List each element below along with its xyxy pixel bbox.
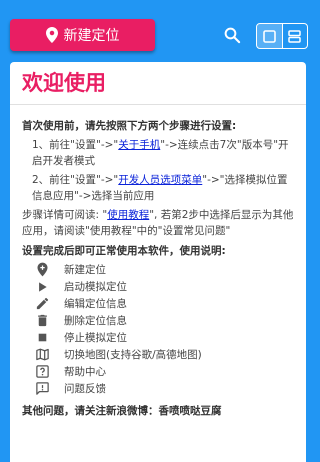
legend-item: 新建定位 — [22, 261, 294, 278]
legend-item: 编辑定位信息 — [22, 295, 294, 312]
dialog-title: 欢迎使用 — [10, 62, 306, 105]
tutorial-note: 步骤详情可阅读: "使用教程", 若第2步中选择后显示为其他应用，请阅读"使用教… — [22, 209, 294, 237]
setup-step-2: 2、前往"设置"->"开发人员选项菜单"->"选择模拟位置信息应用"->选择当前… — [32, 174, 288, 202]
legend-item: 停止模拟定位 — [22, 329, 294, 346]
developer-options-link[interactable]: 开发人员选项菜单 — [118, 174, 202, 186]
single-column-layout-button[interactable] — [257, 24, 282, 48]
setup-step-1: 1、前往"设置"->"关于手机"->连续点击7次"版本号"开启开发者模式 — [32, 139, 289, 167]
split-layout-button[interactable] — [281, 24, 308, 48]
new-location-button[interactable]: 新建定位 — [10, 19, 155, 51]
stop-icon — [38, 333, 46, 342]
add-location-icon — [37, 262, 47, 277]
legend-item: 启动模拟定位 — [22, 278, 294, 295]
icon-legend: 新建定位 启动模拟定位 编辑定位信息 删除定位信息 停止模拟定位 切换地图(支持… — [22, 261, 294, 397]
search-icon[interactable] — [223, 26, 241, 44]
edit-pencil-icon — [36, 297, 48, 310]
trash-icon — [37, 314, 47, 327]
legend-item: 帮助中心 — [22, 363, 294, 380]
list-layout-icon — [262, 29, 276, 43]
top-bar: 新建定位 — [0, 0, 316, 62]
play-icon — [39, 281, 47, 292]
new-location-label: 新建定位 — [63, 28, 120, 44]
location-pin-icon — [45, 27, 58, 43]
layout-toggle — [256, 23, 308, 49]
legend-item: 切换地图(支持谷歌/高德地图) — [22, 346, 294, 363]
setup-intro: 首次使用前，请先按照下方两个步骤进行设置: — [22, 120, 237, 132]
welcome-dialog: 欢迎使用 首次使用前，请先按照下方两个步骤进行设置: 1、前往"设置"->"关于… — [10, 62, 306, 462]
legend-item: 删除定位信息 — [22, 312, 294, 329]
footer-note: 其他问题，请关注新浪微博：香喷喷哒豆腐 — [22, 405, 222, 417]
tutorial-link[interactable]: 使用教程 — [107, 209, 149, 221]
usage-intro: 设置完成后即可正常使用本软件，使用说明: — [22, 245, 226, 257]
legend-item: 问题反馈 — [22, 380, 294, 397]
about-phone-link[interactable]: 关于手机 — [118, 139, 160, 151]
grid-layout-icon — [288, 29, 301, 43]
dialog-body: 首次使用前，请先按照下方两个步骤进行设置: 1、前往"设置"->"关于手机"->… — [10, 105, 306, 419]
feedback-icon — [35, 382, 49, 395]
map-icon — [35, 348, 49, 361]
help-icon — [35, 365, 49, 378]
